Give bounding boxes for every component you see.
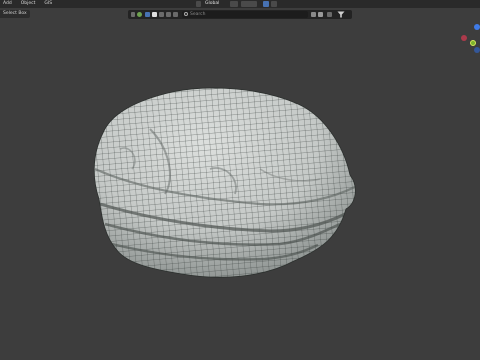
filter-light-icon[interactable] <box>173 12 178 17</box>
filter-render-icon[interactable] <box>159 12 164 17</box>
top-bar: Add Object GIS Global <box>0 0 480 8</box>
search-placeholder: Search <box>190 12 206 17</box>
new-collection-icon[interactable] <box>327 12 332 17</box>
sort-icon[interactable] <box>311 12 316 17</box>
snap-toggle[interactable] <box>241 1 257 7</box>
transform-orientation-icon[interactable] <box>196 1 201 7</box>
3d-viewport[interactable] <box>0 19 480 360</box>
pivot-icon[interactable] <box>230 1 238 7</box>
proportional-edit-icon[interactable] <box>263 1 269 7</box>
expand-icon[interactable] <box>131 12 135 17</box>
walnut-mesh[interactable] <box>80 79 370 289</box>
filter-icon[interactable] <box>337 11 345 18</box>
filter-selectable-icon[interactable] <box>145 12 150 17</box>
filter-visible-icon[interactable] <box>152 12 157 17</box>
search-icon <box>184 12 188 16</box>
orientation-dropdown[interactable]: Global <box>205 0 219 8</box>
view-icon[interactable] <box>318 12 323 17</box>
object-type-icon[interactable] <box>137 12 142 17</box>
search-input[interactable]: Search <box>182 11 308 18</box>
menu-object[interactable]: Object <box>21 0 36 8</box>
falloff-icon[interactable] <box>271 1 277 7</box>
menu-add[interactable]: Add <box>3 0 12 8</box>
select-box-dropdown[interactable]: Select Box <box>0 10 30 18</box>
filter-camera-icon[interactable] <box>166 12 171 17</box>
menu-gis[interactable]: GIS <box>44 0 52 8</box>
menu-bar: Add Object GIS <box>3 0 52 8</box>
